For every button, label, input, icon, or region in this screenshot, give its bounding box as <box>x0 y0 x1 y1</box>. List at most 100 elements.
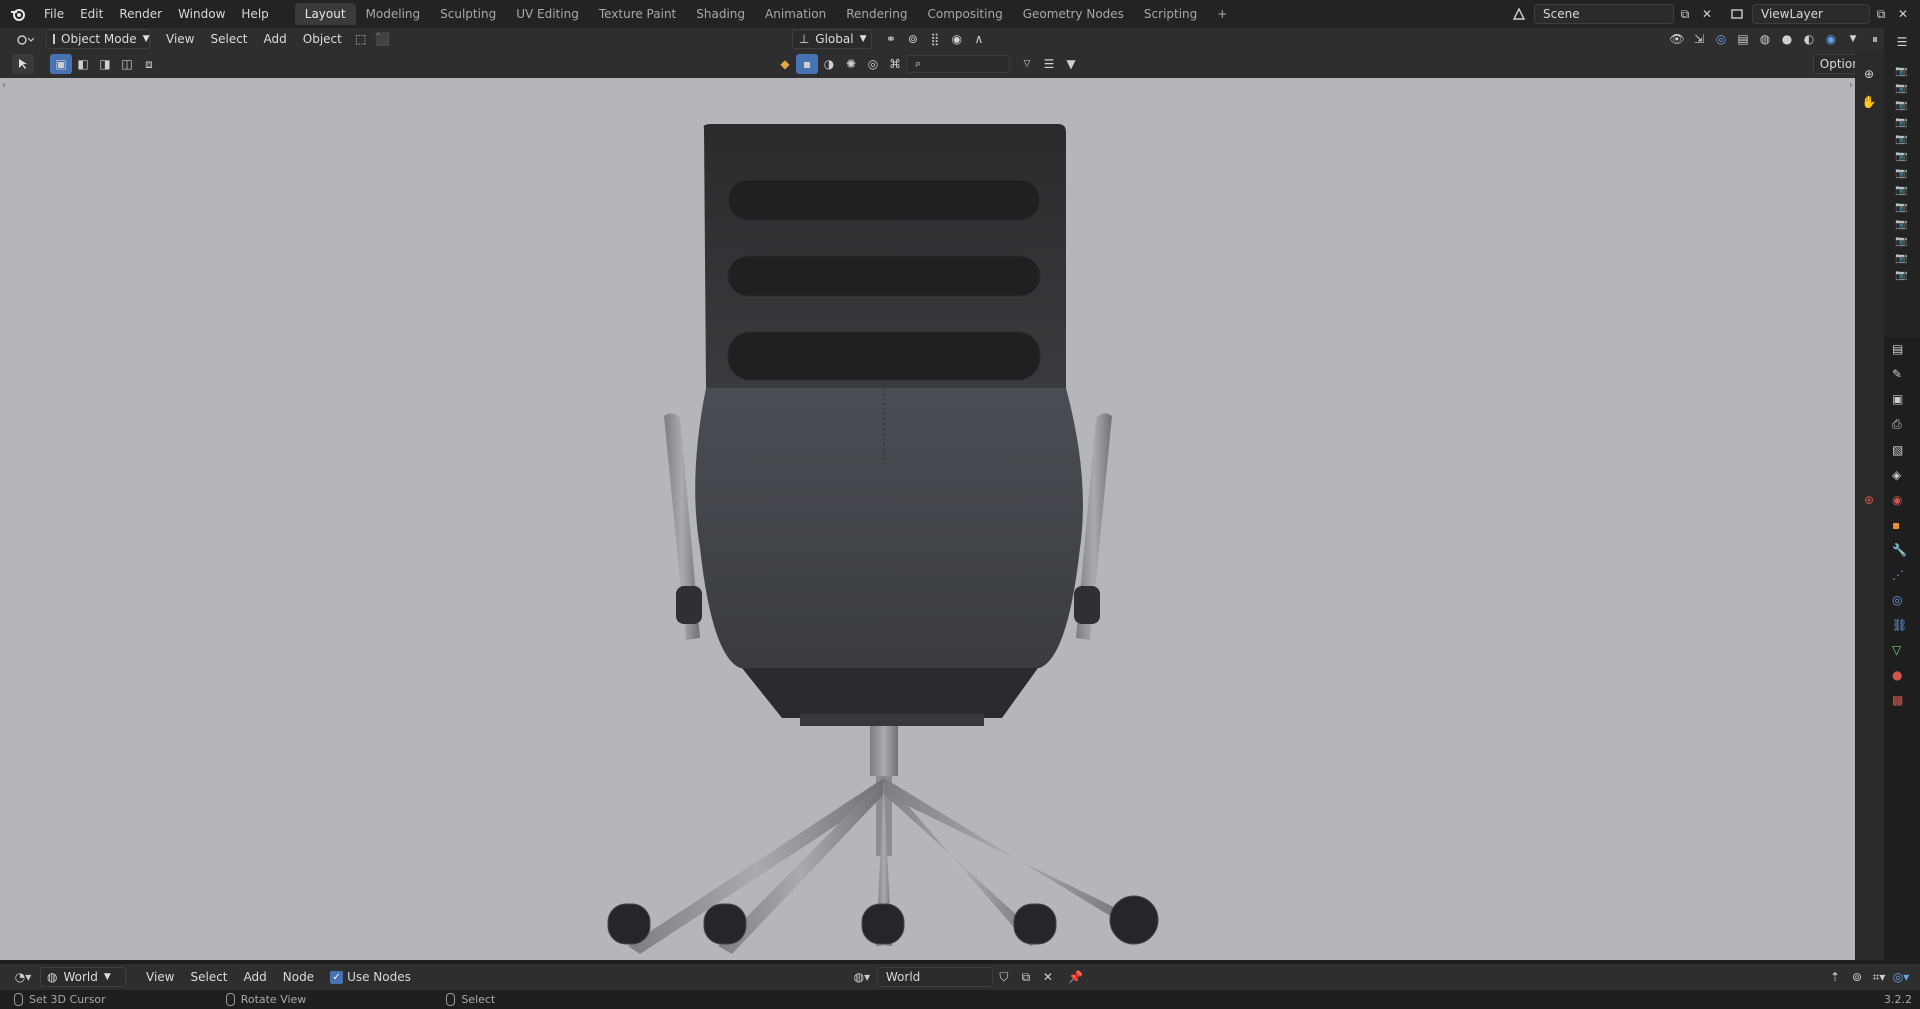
menu-help[interactable]: Help <box>233 3 276 25</box>
snap-icon[interactable]: ⊚ <box>902 29 924 49</box>
tab-geometry-nodes[interactable]: Geometry Nodes <box>1013 3 1134 25</box>
overlay-icon[interactable]: ◎▾ <box>1890 967 1912 987</box>
outliner-editor-icon[interactable]: ☰ <box>1891 32 1913 52</box>
camera-icon[interactable]: 📷 <box>1895 66 1907 77</box>
menu-edit[interactable]: Edit <box>72 3 111 25</box>
camera-icon[interactable]: 📷 <box>1895 202 1907 213</box>
snap-mode-icon[interactable]: ⌗▾ <box>1868 967 1890 987</box>
viewport-corner-right-icon[interactable]: › <box>1849 80 1853 91</box>
tab-animation[interactable]: Animation <box>755 3 836 25</box>
world-tab-icon[interactable]: ◉ <box>1892 493 1907 507</box>
editor-type-icon[interactable]: ◔▾ <box>8 967 38 987</box>
select-invert-icon[interactable]: ◫ <box>116 54 138 74</box>
tab-modeling[interactable]: Modeling <box>356 3 431 25</box>
select-subtract-icon[interactable]: ◨ <box>94 54 116 74</box>
pin-icon[interactable]: 📌 <box>1065 967 1087 987</box>
filter-world-icon[interactable]: ◎ <box>862 54 884 74</box>
tab-rendering[interactable]: Rendering <box>836 3 917 25</box>
tab-sculpting[interactable]: Sculpting <box>430 3 506 25</box>
world-close-icon[interactable]: ✕ <box>1037 967 1059 987</box>
menu-render[interactable]: Render <box>111 3 170 25</box>
editor-type-icon[interactable] <box>10 29 40 49</box>
tab-texture-paint[interactable]: Texture Paint <box>589 3 686 25</box>
transform-affect-icon[interactable]: ⬚ <box>350 29 372 49</box>
camera-icon[interactable]: 📷 <box>1895 185 1907 196</box>
world-icon[interactable]: ◍▾ <box>851 967 873 987</box>
cursor-icon[interactable]: ⊕ <box>1858 490 1880 510</box>
overlay-icon[interactable]: ◎ <box>1710 29 1732 49</box>
filter-material-icon[interactable]: ◑ <box>818 54 840 74</box>
world-name-field[interactable]: World <box>876 967 993 987</box>
particles-tab-icon[interactable]: ⋰ <box>1892 568 1907 582</box>
select-intersect-icon[interactable]: ⧈ <box>138 54 160 74</box>
fake-user-icon[interactable]: ⛉ <box>993 967 1015 987</box>
shader-type-dropdown[interactable]: ◍ World ▼ <box>40 967 126 987</box>
parent-node-icon[interactable]: ⇡ <box>1824 967 1846 987</box>
material-shading-icon[interactable]: ◐ <box>1798 29 1820 49</box>
view-layer-copy-icon[interactable]: ⧉ <box>1870 4 1892 24</box>
falloff-icon[interactable]: ∧ <box>968 29 990 49</box>
select-extend-icon[interactable]: ◧ <box>72 54 94 74</box>
tool-tab-icon[interactable]: ✎ <box>1892 367 1907 381</box>
scene-tab-icon[interactable]: ◈ <box>1892 468 1907 482</box>
mode-dropdown[interactable]: Object Mode ▼ <box>46 29 150 49</box>
select-tool-icon[interactable] <box>12 54 34 74</box>
world-copy-icon[interactable]: ⧉ <box>1015 967 1037 987</box>
render-tab-icon[interactable]: ▣ <box>1892 392 1907 406</box>
rendered-shading-icon[interactable]: ◉ <box>1820 29 1842 49</box>
orientation-dropdown[interactable]: ⊥ Global ▼ <box>791 29 872 49</box>
display-filter-icon[interactable]: ☰ <box>1038 54 1060 74</box>
camera-icon[interactable]: 📷 <box>1895 168 1907 179</box>
menu-window[interactable]: Window <box>170 3 233 25</box>
node-menu-view[interactable]: View <box>138 967 182 987</box>
physics-tab-icon[interactable]: ◎ <box>1892 593 1907 607</box>
3d-viewport[interactable]: ‹ › <box>0 78 1855 960</box>
zoom-icon[interactable]: ⊕ <box>1858 64 1880 84</box>
menu-file[interactable]: File <box>36 3 72 25</box>
search-input[interactable]: ⌕ <box>906 55 1010 73</box>
scene-copy-icon[interactable]: ⧉ <box>1674 4 1696 24</box>
scene-close-icon[interactable]: ✕ <box>1696 4 1718 24</box>
tab-layout[interactable]: Layout <box>294 3 356 25</box>
tab-scripting[interactable]: Scripting <box>1134 3 1207 25</box>
proportional-edit-icon[interactable]: ◉ <box>946 29 968 49</box>
scene-icon[interactable] <box>1508 4 1530 24</box>
snap-icon[interactable]: ⊚ <box>1846 967 1868 987</box>
data-tab-icon[interactable]: ▽ <box>1892 643 1907 657</box>
camera-icon[interactable]: 📷 <box>1895 100 1907 111</box>
pivot-icon[interactable]: ⚭ <box>880 29 902 49</box>
node-menu-node[interactable]: Node <box>275 967 322 987</box>
texture-tab-icon[interactable]: ▩ <box>1892 693 1907 707</box>
constraints-tab-icon[interactable]: ⛓ <box>1892 618 1907 632</box>
filter-light-icon[interactable]: ✺ <box>840 54 862 74</box>
add-workspace-button[interactable]: + <box>1207 3 1237 25</box>
visibility-icon[interactable]: 👁 <box>1666 29 1688 49</box>
view-layer-field[interactable]: ViewLayer <box>1752 4 1870 24</box>
camera-icon[interactable]: 📷 <box>1895 83 1907 94</box>
camera-icon[interactable]: 📷 <box>1895 134 1907 145</box>
shading-options-icon[interactable]: ▼ <box>1842 29 1864 49</box>
snap-toggle-icon[interactable]: ⬛ <box>372 29 394 49</box>
properties-editor-icon[interactable]: ▤ <box>1892 342 1907 356</box>
menu-view[interactable]: View <box>158 29 202 49</box>
tab-uv-editing[interactable]: UV Editing <box>506 3 589 25</box>
camera-icon[interactable]: 📷 <box>1895 270 1907 281</box>
camera-icon[interactable]: 📷 <box>1895 117 1907 128</box>
viewport-corner-left-icon[interactable]: ‹ <box>2 80 6 91</box>
hand-icon[interactable]: ✋ <box>1858 92 1880 112</box>
filter-object-icon[interactable]: ▪ <box>796 54 818 74</box>
camera-icon[interactable]: 📷 <box>1895 151 1907 162</box>
blender-logo-icon[interactable] <box>0 0 36 28</box>
tab-compositing[interactable]: Compositing <box>917 3 1012 25</box>
filter-texture-icon[interactable]: ⌘ <box>884 54 906 74</box>
material-tab-icon[interactable]: ● <box>1892 668 1907 682</box>
object-tab-icon[interactable]: ▪ <box>1892 518 1907 532</box>
output-tab-icon[interactable]: ⎙ <box>1892 417 1907 432</box>
view-layer-close-icon[interactable]: ✕ <box>1892 4 1914 24</box>
pause-icon[interactable]: ⏸ <box>1864 29 1886 49</box>
filter-all-icon[interactable]: ◆ <box>774 54 796 74</box>
camera-icon[interactable]: 📷 <box>1895 236 1907 247</box>
node-menu-select[interactable]: Select <box>182 967 235 987</box>
menu-object[interactable]: Object <box>295 29 350 49</box>
select-new-icon[interactable]: ▣ <box>50 54 72 74</box>
